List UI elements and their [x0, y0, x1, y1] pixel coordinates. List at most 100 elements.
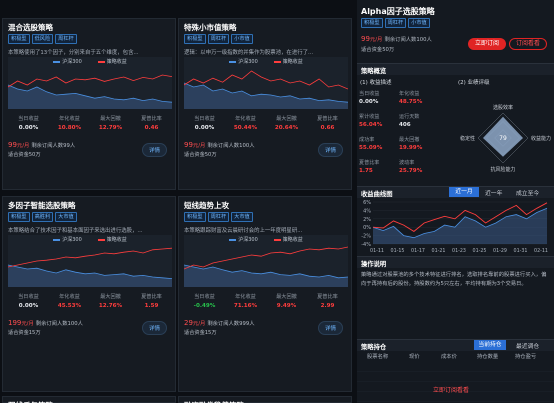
- stat-value: 1.59: [144, 303, 159, 309]
- curve-x-tick: 01-25: [473, 248, 487, 254]
- strategy-line: [184, 70, 348, 90]
- stat-item: 夏普比率 1.59: [131, 293, 172, 309]
- card-chart: 沪深300 策略收益: [184, 235, 348, 287]
- stat-value: 0.00%: [194, 125, 215, 131]
- strategy-line: [184, 246, 348, 270]
- detail-tag: 积极型: [361, 18, 383, 28]
- strategy-card[interactable]: 阳线反包策略积极型高成本高成长: [2, 396, 176, 403]
- card-title[interactable]: 短线趋势上攻: [184, 200, 229, 211]
- card-chart: 沪深300 策略收益: [8, 235, 172, 287]
- stat-value: 45.53%: [57, 303, 82, 309]
- card-price: 99元/月 剩余订阅人数99人: [8, 141, 76, 149]
- stat-item: 年化收益 71.16%: [225, 293, 266, 309]
- curve-y-tick: 4%: [363, 208, 371, 214]
- card-tag: 小市值: [231, 34, 253, 44]
- detail-button[interactable]: 详情: [317, 143, 343, 157]
- stat-value: 0.00%: [18, 125, 39, 131]
- overview-header: 策略概览: [357, 63, 554, 75]
- tab-recent-changes[interactable]: 最近调仓: [516, 341, 539, 350]
- curve-x-tick: 01-23: [452, 248, 466, 254]
- desc-header: 操作说明: [357, 256, 554, 268]
- stat-label: 夏普比率: [317, 294, 338, 300]
- card-chart: 沪深300 策略收益: [8, 57, 172, 109]
- card-tag: 积极型: [184, 212, 206, 222]
- strategy-card[interactable]: 短线趋势上攻 积极型 周杠杆 大市值 本策略跟踪财富及云晨研讨会的上一年度明星研... …: [178, 196, 352, 392]
- curve-x-tick: 01-31: [514, 248, 528, 254]
- card-title[interactable]: 混合选股策略: [8, 22, 53, 33]
- stat-label: 当日收益: [194, 116, 215, 122]
- card-tag: 周杠杆: [207, 212, 230, 222]
- col-cost: 成本价: [441, 354, 457, 360]
- stat-value: -0.49%: [193, 303, 216, 309]
- metric-label: 当日收益: [359, 91, 380, 97]
- curve-x-tick: 01-21: [432, 248, 446, 254]
- strategy-card[interactable]: 特殊小市值策略 积极型 周杠杆 小市值 逻辑：以申万一级指数的并集作为股票池，在进行了.…: [178, 18, 352, 190]
- card-fund: 适合资金15万: [184, 330, 217, 336]
- metric-label: 运行天数: [399, 114, 420, 120]
- detail-button[interactable]: 详情: [141, 143, 167, 157]
- tab-current-holdings[interactable]: 当前持仓: [474, 340, 506, 350]
- stat-value: 2.99: [320, 303, 335, 309]
- stat-value: 20.64%: [274, 125, 299, 131]
- radar-label: 稳定性: [460, 135, 475, 142]
- strategy-card[interactable]: 多因子智能选股策略 积极型 高胜利 大市值 本策略结合了技术因子和基本面因子来选出进行选…: [2, 196, 176, 392]
- card-tag: 积极型: [8, 212, 30, 222]
- period-tab-all[interactable]: 成立至今: [516, 188, 539, 197]
- curve-y-tick: -2%: [361, 234, 371, 240]
- detail-price: 99元/月 剩余订阅人数100人: [361, 35, 432, 43]
- stat-value: 0.00%: [18, 303, 39, 309]
- detail-button[interactable]: 详情: [141, 321, 167, 335]
- card-title[interactable]: 多因子智能选股策略: [8, 200, 76, 211]
- card-price: 199元/月 剩余订阅人数100人: [8, 319, 83, 327]
- metric-label: 最大回撤: [399, 137, 420, 143]
- curve-x-tick: 01-15: [391, 248, 405, 254]
- metric-value: 0.00%: [359, 99, 379, 105]
- card-tag: 积极型: [8, 34, 30, 44]
- detail-title: Alpha因子选股策略: [361, 7, 435, 16]
- watch-button[interactable]: 订阅看看: [509, 38, 547, 50]
- stat-value: 12.76%: [98, 303, 123, 309]
- curve-x-tick: 01-11: [370, 248, 384, 254]
- holdings-table-body: [357, 362, 554, 403]
- bottom-subscribe-link[interactable]: 立即订阅看看: [433, 385, 469, 394]
- card-chart: 沪深300 策略收益: [184, 57, 348, 109]
- metric-item: 运行天数 406: [399, 113, 419, 128]
- strategy-line: [8, 247, 172, 268]
- stat-item: 年化收益 50.44%: [225, 115, 266, 131]
- card-title[interactable]: 特殊小市值策略: [184, 22, 237, 33]
- curve-x-tick: 02-11: [534, 248, 548, 254]
- stat-value: 10.80%: [57, 125, 82, 131]
- stat-label: 当日收益: [18, 116, 39, 122]
- card-stats: 当日收益 -0.49% 年化收益 71.16% 最大回撤 9.49% 夏普比率 2.99: [184, 293, 348, 309]
- stat-value: 9.49%: [276, 303, 297, 309]
- period-tab-month[interactable]: 近一月: [449, 187, 479, 197]
- holdings-table-header: 股票名称 现价 成本价 持仓数量 持仓盈亏: [357, 352, 554, 360]
- metric-value: 1.75: [359, 168, 373, 174]
- curve-x-tick: 01-17: [411, 248, 425, 254]
- rating-radar: 79 选股效率收益能力抗风险能力 稳定性: [460, 104, 551, 173]
- card-tag: 低风险: [31, 34, 54, 44]
- col-price: 现价: [409, 354, 420, 360]
- desc-text: 策略通过对股票池的多个技术特征进行排名，选取排名靠前的股票进行买入，偏向于再持有…: [361, 272, 547, 287]
- card-tag: 周杠杆: [207, 34, 230, 44]
- strategy-card[interactable]: 混合选股策略 积极型 低风险 周杠杆 本策略使用了13个因子，分别来自于五个维度，包含.…: [2, 18, 176, 190]
- subscribe-button[interactable]: 立即订阅: [468, 38, 506, 50]
- card-description: 逻辑：以申万一级指数的并集作为股票池，在进行了...: [184, 50, 314, 56]
- period-tab-year[interactable]: 近一年: [485, 188, 502, 197]
- card-fund: 适合资金50万: [8, 152, 41, 158]
- stat-item: 最大回撤 9.49%: [266, 293, 307, 309]
- metric-label: 年化收益: [399, 91, 420, 97]
- stat-item: 当日收益 0.00%: [8, 115, 49, 131]
- card-fund: 适合资金50万: [184, 152, 217, 158]
- stat-item: 夏普比率 2.99: [307, 293, 348, 309]
- stat-label: 年化收益: [59, 294, 80, 300]
- detail-button[interactable]: 详情: [317, 321, 343, 335]
- curve-x-tick: 01-29: [493, 248, 507, 254]
- stat-label: 年化收益: [59, 116, 80, 122]
- curve-index-area: [373, 208, 547, 244]
- metric-value: 406: [399, 122, 411, 128]
- strategy-card[interactable]: 融资融券稳健策略稳健型低杠杆: [178, 396, 352, 403]
- radar-label: 抗风险能力: [490, 166, 515, 173]
- rating-subtitle: (2) 业绩评级: [458, 80, 490, 86]
- stat-label: 夏普比率: [141, 116, 162, 122]
